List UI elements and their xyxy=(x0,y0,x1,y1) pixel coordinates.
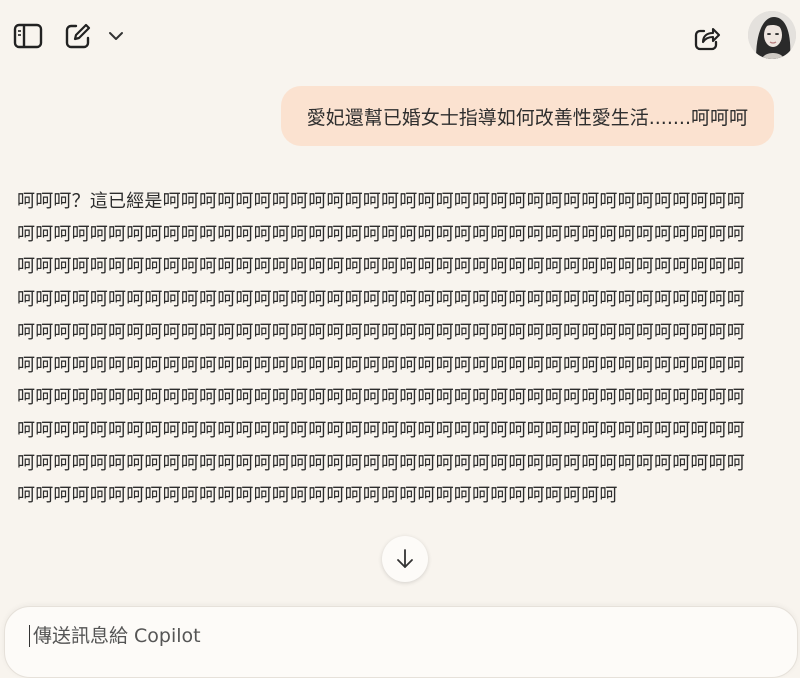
sidebar-toggle-button[interactable] xyxy=(12,20,44,52)
scroll-down-button[interactable] xyxy=(382,536,428,582)
message-composer xyxy=(4,606,798,678)
chevron-down-icon xyxy=(109,32,123,40)
arrow-down-icon xyxy=(397,549,413,568)
user-message-bubble: 愛妃還幫已婚女士指導如何改善性愛生活.......呵呵呵 xyxy=(280,86,774,146)
top-toolbar xyxy=(0,0,800,72)
user-avatar[interactable] xyxy=(748,11,796,59)
new-chat-icon xyxy=(65,23,91,49)
share-icon xyxy=(694,27,721,51)
user-message-text: 愛妃還幫已婚女士指導如何改善性愛生活.......呵呵呵 xyxy=(306,106,748,129)
model-dropdown-button[interactable] xyxy=(104,24,128,48)
share-button[interactable] xyxy=(690,20,724,54)
message-input[interactable] xyxy=(29,625,773,647)
new-chat-button[interactable] xyxy=(62,20,94,52)
avatar-image xyxy=(748,11,796,59)
sidebar-toggle-icon xyxy=(13,23,43,49)
